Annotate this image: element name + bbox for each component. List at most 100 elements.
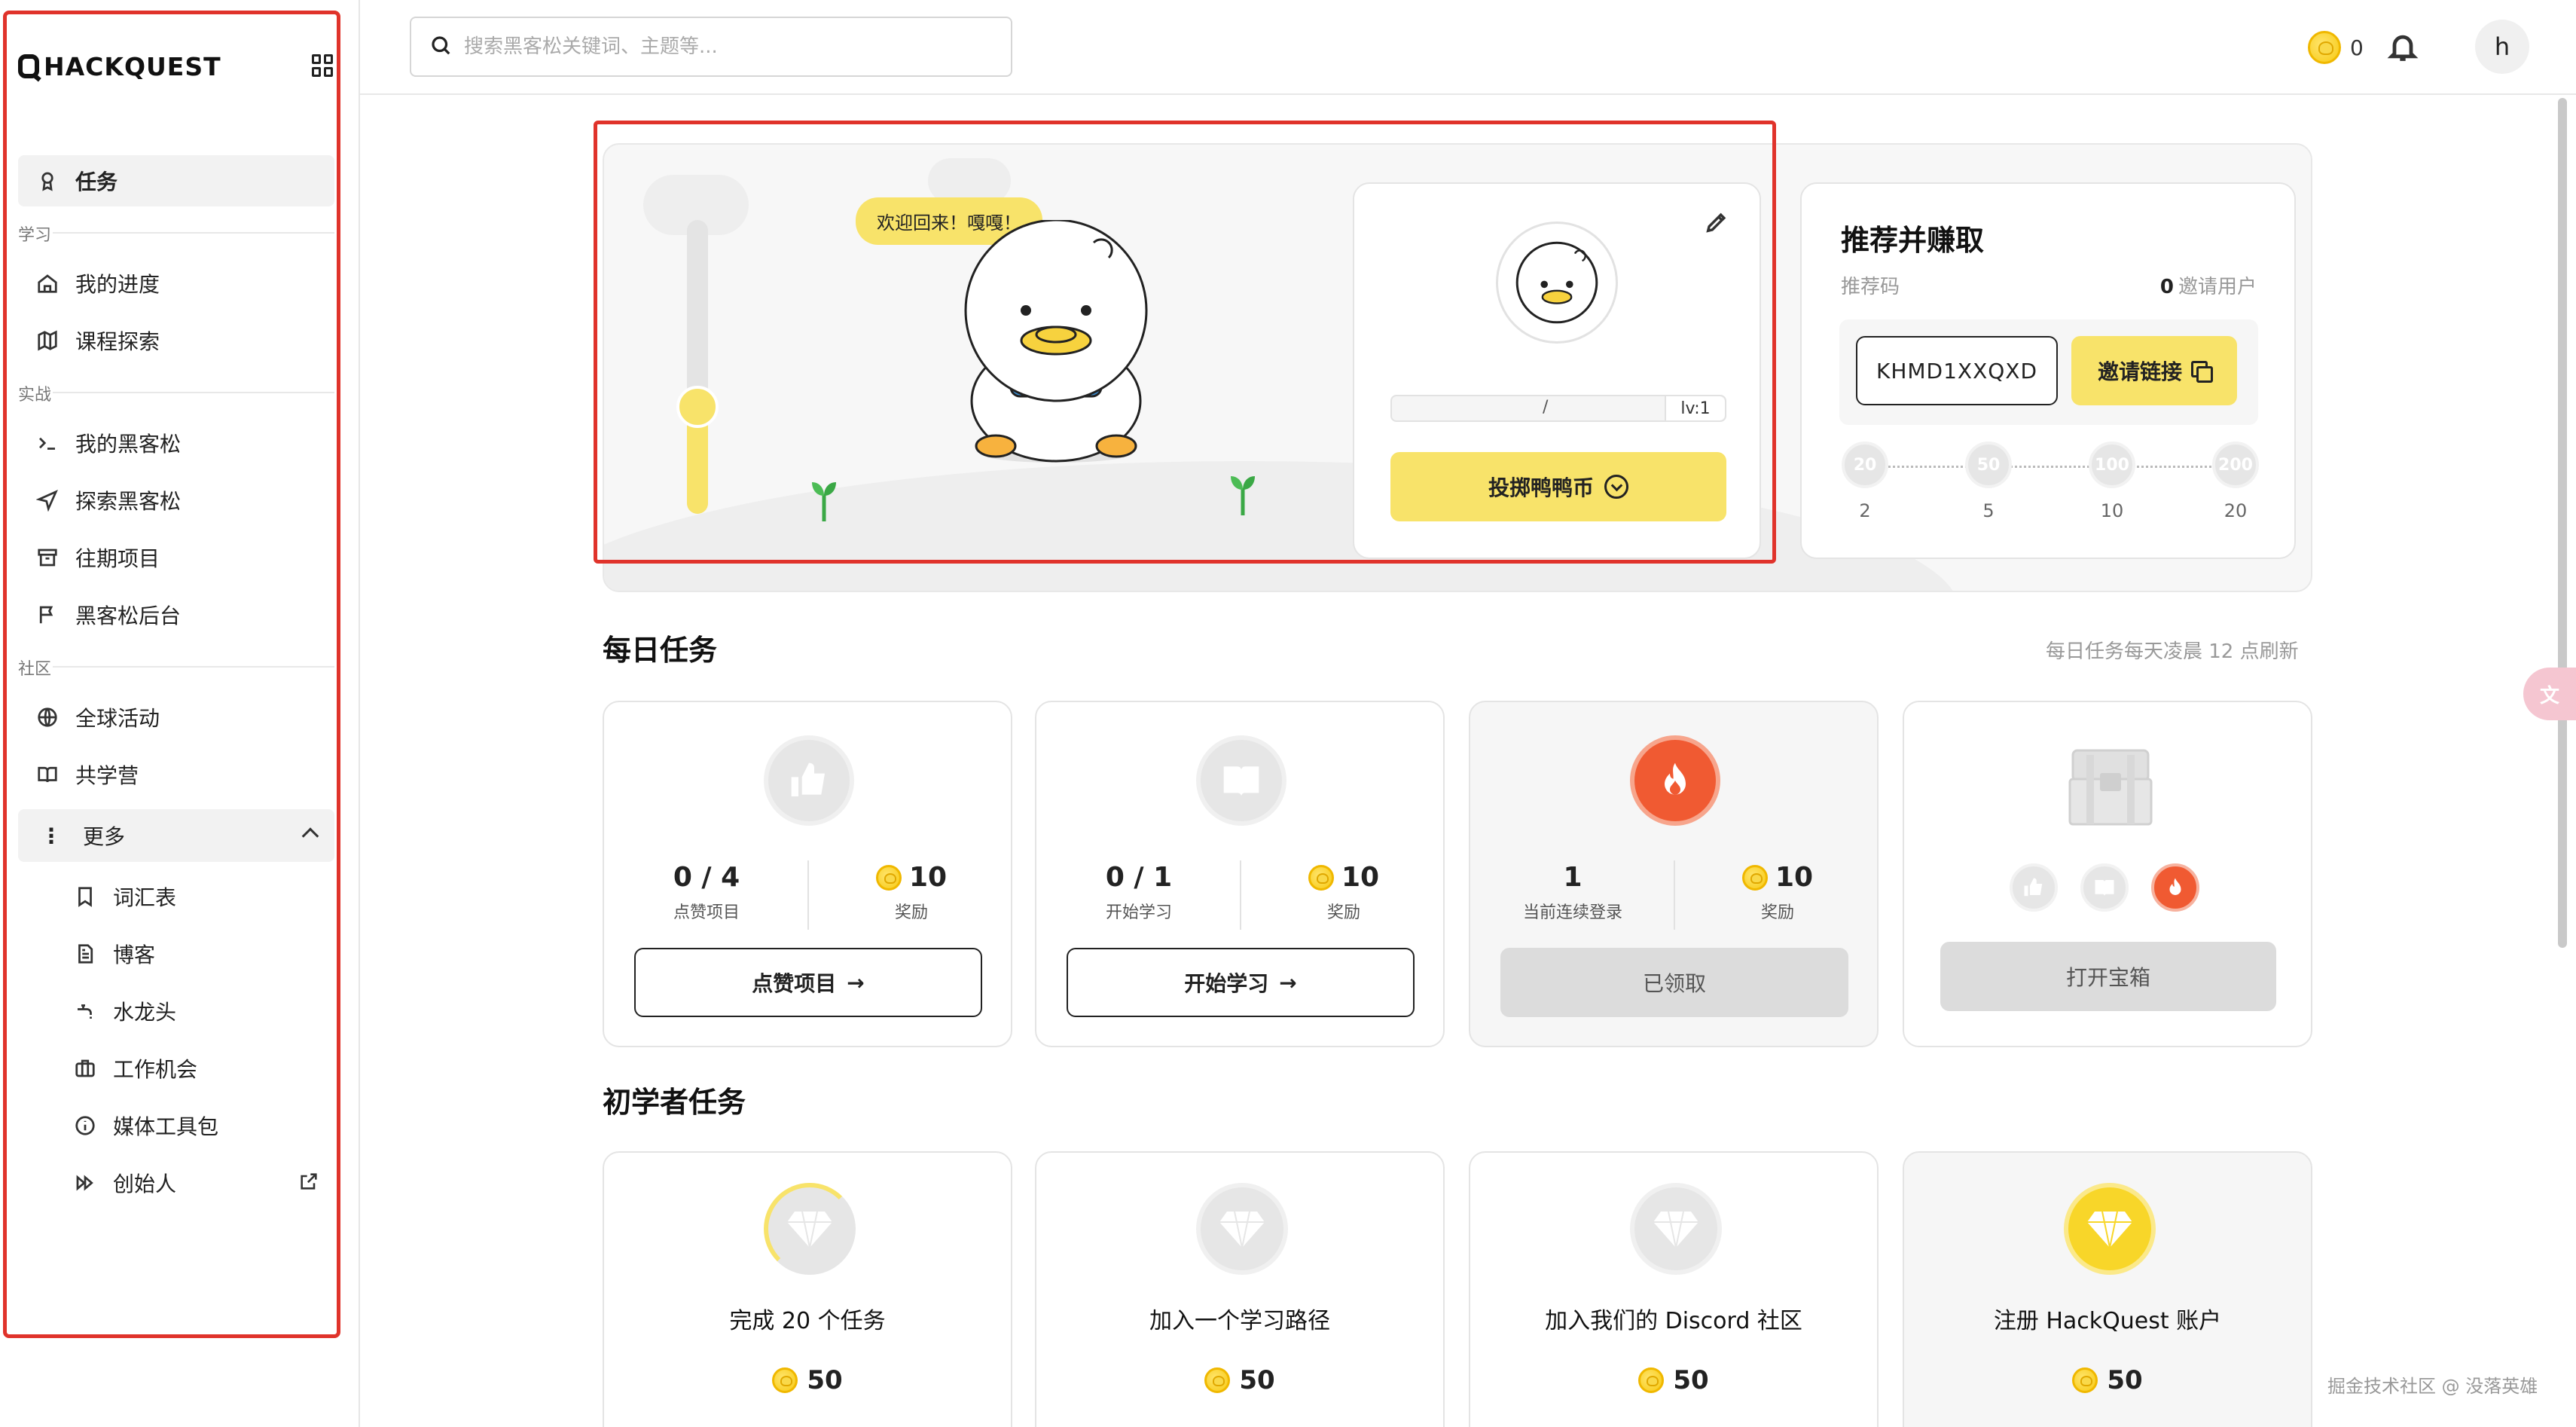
beginner-task-card[interactable]: 注册 HackQuest 账户 50 (1903, 1151, 2312, 1427)
sidebar: HACKQUEST 任务 学习 我的进度 课程探索 实战 我的黑客松 探索黑客松… (0, 0, 360, 1427)
milestone-users: 10 (2100, 500, 2124, 521)
sidebar-item-study-camp[interactable]: 共学营 (18, 749, 334, 800)
terminal-icon (36, 432, 59, 454)
external-link-icon[interactable] (298, 1171, 319, 1192)
sidebar-item-label: 更多 (83, 824, 126, 849)
diamond-icon (2064, 1183, 2156, 1275)
page-scrollbar[interactable] (2558, 98, 2567, 948)
sidebar-item-glossary[interactable]: 词汇表 (56, 871, 334, 922)
sidebar-item-tasks[interactable]: 任务 (18, 155, 334, 206)
edit-icon[interactable] (1704, 209, 1729, 235)
sidebar-item-global-events[interactable]: 全球活动 (18, 692, 334, 743)
award-icon (36, 170, 59, 192)
referral-card: 推荐并赚取 推荐码 0 邀请用户 KHMD1XXQXD 邀请链接 20 2 50 5 … (1800, 182, 2296, 559)
book-open-icon (36, 763, 59, 786)
task-reward-value: 10 (1341, 862, 1380, 893)
section-label-community: 社区 (18, 660, 52, 679)
diamond-icon (1196, 1183, 1288, 1275)
duck-coin-icon (1638, 1367, 1665, 1393)
referral-code[interactable]: KHMD1XXQXD (1856, 336, 2058, 405)
task-reward: 10 奖励 (809, 862, 1014, 923)
translate-icon[interactable]: 文 (2523, 668, 2576, 720)
task-reward: 10 奖励 (1675, 862, 1880, 923)
grid-menu-icon[interactable] (312, 54, 334, 77)
arrow-right-icon: → (1279, 970, 1297, 995)
sidebar-item-founders[interactable]: 创始人 (56, 1157, 334, 1209)
beginner-task-title: 加入我们的 Discord 社区 (1545, 1308, 1802, 1334)
sidebar-item-jobs[interactable]: 工作机会 (56, 1043, 334, 1094)
start-learning-button[interactable]: 开始学习 → (1067, 948, 1415, 1017)
sidebar-item-blog[interactable]: 博客 (56, 928, 334, 979)
diamond-icon (1630, 1183, 1722, 1275)
fast-forward-icon (74, 1172, 96, 1194)
task-reward-value: 10 (908, 862, 948, 893)
flame-icon (1630, 735, 1720, 826)
treasure-chest-icon (2068, 749, 2153, 826)
beginner-task-card[interactable]: 加入一个学习路径 50 (1035, 1151, 1445, 1427)
beginner-task-card[interactable]: 完成 20 个任务 50 (603, 1151, 1012, 1427)
invited-users: 0 邀请用户 (2160, 271, 2257, 299)
like-project-button[interactable]: 点赞项目 → (634, 948, 982, 1017)
reward-value: 50 (2107, 1365, 2143, 1395)
task-progress: 0 / 4 点赞项目 (604, 862, 809, 923)
sidebar-item-hackathon-admin[interactable]: 黑客松后台 (18, 589, 334, 640)
book-icon (1196, 735, 1286, 826)
beginner-task-card[interactable]: 加入我们的 Discord 社区 50 (1469, 1151, 1879, 1427)
duck-coin-icon (1741, 864, 1768, 891)
section-label-learn: 学习 (18, 226, 52, 245)
task-reward-label: 奖励 (894, 903, 928, 922)
daily-task-card-like: 0 / 4 点赞项目 10 奖励 点赞项目 → (603, 701, 1012, 1047)
sidebar-more-toggle[interactable]: ⋮ 更多 (18, 809, 334, 862)
sidebar-item-label: 任务 (75, 170, 118, 194)
bookmark-icon (74, 885, 96, 908)
bell-icon[interactable] (2386, 29, 2419, 65)
daily-chest-card: 打开宝箱 (1903, 701, 2312, 1047)
sidebar-item-my-progress[interactable]: 我的进度 (18, 258, 334, 309)
search-input[interactable] (464, 35, 991, 58)
coin-balance[interactable]: 0 (2308, 30, 2364, 65)
sidebar-item-course-explore[interactable]: 课程探索 (18, 315, 334, 366)
beginner-task-reward: 50 (1036, 1365, 1443, 1395)
topbar: 0 h (360, 0, 2576, 95)
daily-tasks-title: 每日任务 (603, 634, 718, 667)
sidebar-item-my-hackathon[interactable]: 我的黑客松 (18, 417, 334, 469)
button-label: 点赞项目 (752, 971, 837, 996)
progress-thermometer (687, 220, 708, 514)
button-label: 已领取 (1642, 971, 1706, 996)
sidebar-item-media-kit[interactable]: 媒体工具包 (56, 1100, 334, 1151)
open-chest-button[interactable]: 打开宝箱 (1940, 942, 2276, 1011)
daily-task-card-learn: 0 / 1 开始学习 10 奖励 开始学习 → (1035, 701, 1445, 1047)
claimed-button[interactable]: 已领取 (1500, 948, 1848, 1017)
sidebar-item-past-projects[interactable]: 往期项目 (18, 532, 334, 583)
chest-requirements (2010, 863, 2199, 912)
sidebar-item-label: 往期项目 (75, 546, 160, 571)
invited-label: 邀请用户 (2178, 276, 2257, 298)
milestone-users: 2 (1859, 500, 1871, 521)
milestone: 50 5 (1963, 442, 2014, 521)
archive-icon (36, 546, 59, 569)
referral-code-box: KHMD1XXQXD 邀请链接 (1839, 319, 2258, 425)
user-avatar[interactable]: h (2475, 20, 2529, 74)
milestone-track (1865, 466, 2239, 468)
daily-task-card-streak: 1 当前连续登录 10 奖励 已领取 (1469, 701, 1879, 1047)
throw-duck-coin-button[interactable]: 投掷鸭鸭币 (1390, 452, 1726, 521)
sidebar-item-faucet[interactable]: 水龙头 (56, 985, 334, 1037)
flag-icon (36, 603, 59, 626)
sidebar-item-label: 课程探索 (75, 329, 160, 354)
navigation-icon (36, 489, 59, 512)
button-label: 开始学习 (1184, 971, 1269, 996)
milestone: 100 10 (2086, 442, 2138, 521)
duck-coin-icon (1308, 864, 1334, 891)
invite-link-button[interactable]: 邀请链接 (2071, 336, 2237, 405)
sidebar-item-explore-hackathon[interactable]: 探索黑客松 (18, 475, 334, 526)
search-icon (429, 34, 452, 60)
duck-marker-icon (676, 386, 719, 428)
search-box[interactable] (410, 17, 1012, 77)
task-progress-value: 0 / 4 (673, 862, 740, 893)
beginner-task-title: 完成 20 个任务 (729, 1308, 886, 1334)
milestone: 200 20 (2210, 442, 2261, 521)
hackquest-logo[interactable]: HACKQUEST (18, 50, 221, 83)
task-progress-label: 开始学习 (1105, 903, 1172, 922)
milestone-coins: 20 (1842, 442, 1888, 488)
watermark: 掘金技术社区 @ 没落英雄 (2327, 1376, 2538, 1397)
